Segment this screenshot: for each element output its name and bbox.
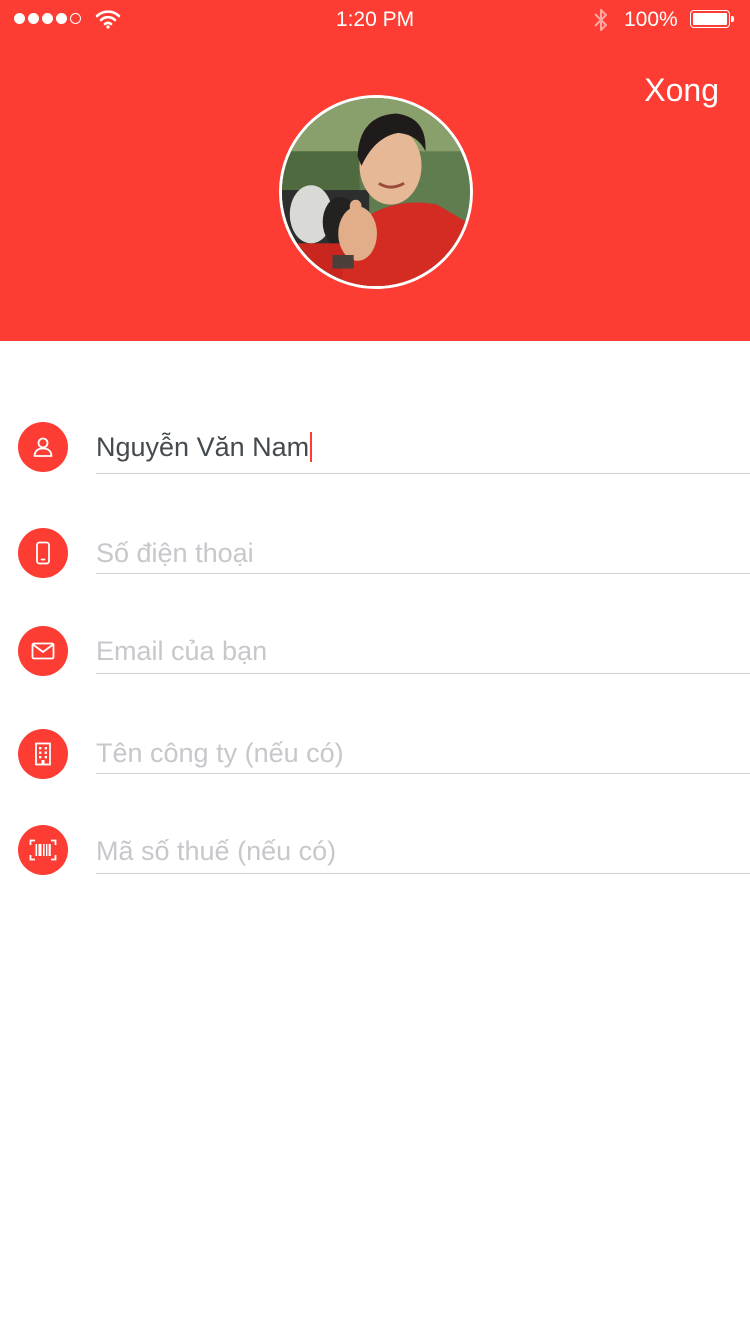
phone-input[interactable]: Số điện thoại — [96, 538, 254, 569]
mail-icon — [18, 626, 68, 676]
tax-code-field-row: Mã số thuế (nếu có) — [0, 822, 750, 882]
user-icon — [18, 422, 68, 472]
tax-code-field-underline — [96, 873, 750, 874]
company-input[interactable]: Tên công ty (nếu có) — [96, 738, 344, 769]
company-field-underline — [96, 773, 750, 774]
company-field-row: Tên công ty (nếu có) — [0, 724, 750, 784]
tax-code-input[interactable]: Mã số thuế (nếu có) — [96, 836, 336, 867]
status-bar: 1:20 PM 100% — [0, 0, 750, 40]
battery-percentage: 100% — [624, 8, 678, 31]
battery-icon — [690, 10, 734, 30]
name-field-row: Nguyễn Văn Nam — [0, 418, 750, 478]
phone-field-row: Số điện thoại — [0, 524, 750, 584]
barcode-icon — [18, 825, 68, 875]
profile-photo-icon — [282, 98, 470, 286]
email-field-row: Email của bạn — [0, 622, 750, 682]
bluetooth-icon — [592, 6, 610, 39]
phone-icon — [18, 528, 68, 578]
done-button[interactable]: Xong — [644, 72, 719, 109]
text-cursor — [310, 432, 313, 462]
email-field-underline — [96, 673, 750, 674]
name-input[interactable]: Nguyễn Văn Nam — [96, 432, 313, 463]
name-input-value: Nguyễn Văn Nam — [96, 432, 310, 462]
phone-field-underline — [96, 573, 750, 574]
profile-header: 1:20 PM 100% Xong — [0, 0, 750, 341]
avatar[interactable] — [279, 95, 473, 289]
name-field-underline — [96, 473, 750, 474]
email-input[interactable]: Email của bạn — [96, 636, 267, 667]
building-icon — [18, 729, 68, 779]
